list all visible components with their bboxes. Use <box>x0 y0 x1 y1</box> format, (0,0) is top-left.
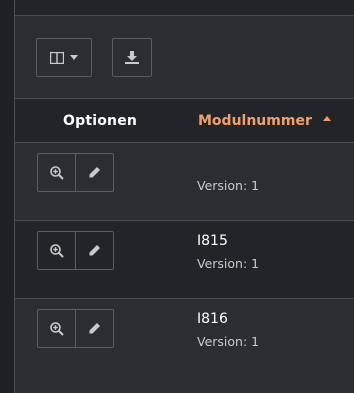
sort-ascending-icon <box>322 116 331 121</box>
pencil-icon <box>88 244 101 257</box>
row-action-group <box>37 153 114 192</box>
table-panel: Optionen Modulnummer Version: 1 I815 Ver… <box>15 0 354 393</box>
columns-icon <box>50 51 64 64</box>
column-header-module-number-label: Modulnummer <box>198 113 312 129</box>
zoom-in-icon <box>49 165 64 180</box>
column-header-options: Optionen <box>63 113 138 129</box>
module-version: Version: 1 <box>197 178 260 193</box>
zoom-in-icon <box>49 321 64 336</box>
view-button[interactable] <box>37 153 76 192</box>
edit-button[interactable] <box>75 231 114 270</box>
pencil-icon <box>88 166 101 179</box>
download-icon <box>125 51 139 64</box>
view-button[interactable] <box>37 231 76 270</box>
module-number: I815 <box>197 233 228 249</box>
columns-toggle-button[interactable] <box>36 38 92 77</box>
table-row: I815 Version: 1 <box>15 221 354 299</box>
table-row: I816 Version: 1 <box>15 299 354 393</box>
table-toolbar <box>15 16 354 99</box>
pencil-icon <box>88 322 101 335</box>
edit-button[interactable] <box>75 309 114 348</box>
module-number: I816 <box>197 311 228 327</box>
table-row: Version: 1 <box>15 143 354 221</box>
app-frame: Optionen Modulnummer Version: 1 I815 Ver… <box>0 0 354 393</box>
zoom-in-icon <box>49 243 64 258</box>
table-header-row: Optionen Modulnummer <box>15 99 354 143</box>
top-strip <box>15 0 354 16</box>
row-action-group <box>37 309 114 348</box>
export-button[interactable] <box>112 38 152 77</box>
column-header-module-number[interactable]: Modulnummer <box>198 113 331 129</box>
edit-button[interactable] <box>75 153 114 192</box>
row-action-group <box>37 231 114 270</box>
view-button[interactable] <box>37 309 76 348</box>
module-version: Version: 1 <box>197 334 260 349</box>
left-gutter <box>0 0 15 393</box>
caret-down-icon <box>70 55 78 60</box>
module-version: Version: 1 <box>197 256 260 271</box>
